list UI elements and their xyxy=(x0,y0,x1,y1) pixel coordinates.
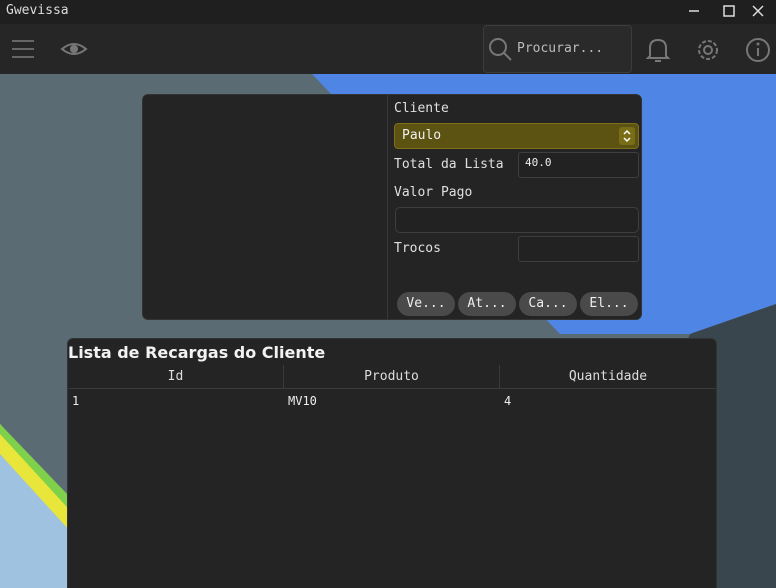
select-arrows-icon xyxy=(619,127,635,145)
trocos-label: Trocos xyxy=(394,241,441,256)
cliente-select[interactable]: Paulo xyxy=(394,123,639,149)
eliminar-button[interactable]: El... xyxy=(580,292,638,316)
close-icon xyxy=(752,5,764,17)
bell-icon xyxy=(645,38,671,62)
valor-pago-field[interactable] xyxy=(395,207,639,233)
gear-icon xyxy=(698,40,718,60)
minimize-button[interactable] xyxy=(676,0,712,24)
cell-id: 1 xyxy=(72,394,80,408)
search-input[interactable]: Procurar... xyxy=(517,41,603,56)
cliente-select-value: Paulo xyxy=(402,128,442,143)
total-label: Total da Lista xyxy=(394,157,504,172)
settings-button[interactable] xyxy=(694,36,722,64)
trocos-field[interactable] xyxy=(518,236,639,262)
search-box[interactable]: Procurar... xyxy=(483,25,632,73)
preview-area xyxy=(143,95,388,319)
ver-button[interactable]: Ve... xyxy=(397,292,455,316)
info-button[interactable] xyxy=(744,36,772,64)
column-header-quantidade[interactable]: Quantidade xyxy=(500,365,716,389)
recargas-table-panel: Lista de Recargas do Cliente Id Produto … xyxy=(67,338,717,588)
valor-pago-label: Valor Pago xyxy=(394,185,473,200)
menu-button[interactable] xyxy=(10,36,36,62)
visibility-button[interactable] xyxy=(60,38,88,60)
total-field[interactable]: 40.0 xyxy=(518,152,639,178)
table-title: Lista de Recargas do Cliente xyxy=(68,343,326,362)
toolbar: Procurar... xyxy=(0,24,776,74)
window-title: Gwevissa xyxy=(6,3,69,18)
search-icon xyxy=(489,38,512,61)
cliente-label: Cliente xyxy=(394,101,449,116)
atualizar-button[interactable]: At... xyxy=(458,292,516,316)
minimize-icon xyxy=(689,10,699,12)
main-content: Cliente Paulo Total da Lista 40.0 Valor … xyxy=(0,74,776,588)
title-bar: Gwevissa xyxy=(0,0,776,24)
close-button[interactable] xyxy=(740,0,776,24)
notifications-button[interactable] xyxy=(645,36,671,64)
cell-produto: MV10 xyxy=(288,394,317,408)
cancelar-button[interactable]: Ca... xyxy=(519,292,577,316)
sales-form-panel: Cliente Paulo Total da Lista 40.0 Valor … xyxy=(142,94,642,320)
column-header-id[interactable]: Id xyxy=(68,365,284,389)
eye-icon xyxy=(60,43,88,55)
cell-quantidade: 4 xyxy=(504,394,512,408)
hamburger-icon xyxy=(12,40,34,58)
column-header-produto[interactable]: Produto xyxy=(284,365,500,389)
info-icon xyxy=(746,38,770,62)
